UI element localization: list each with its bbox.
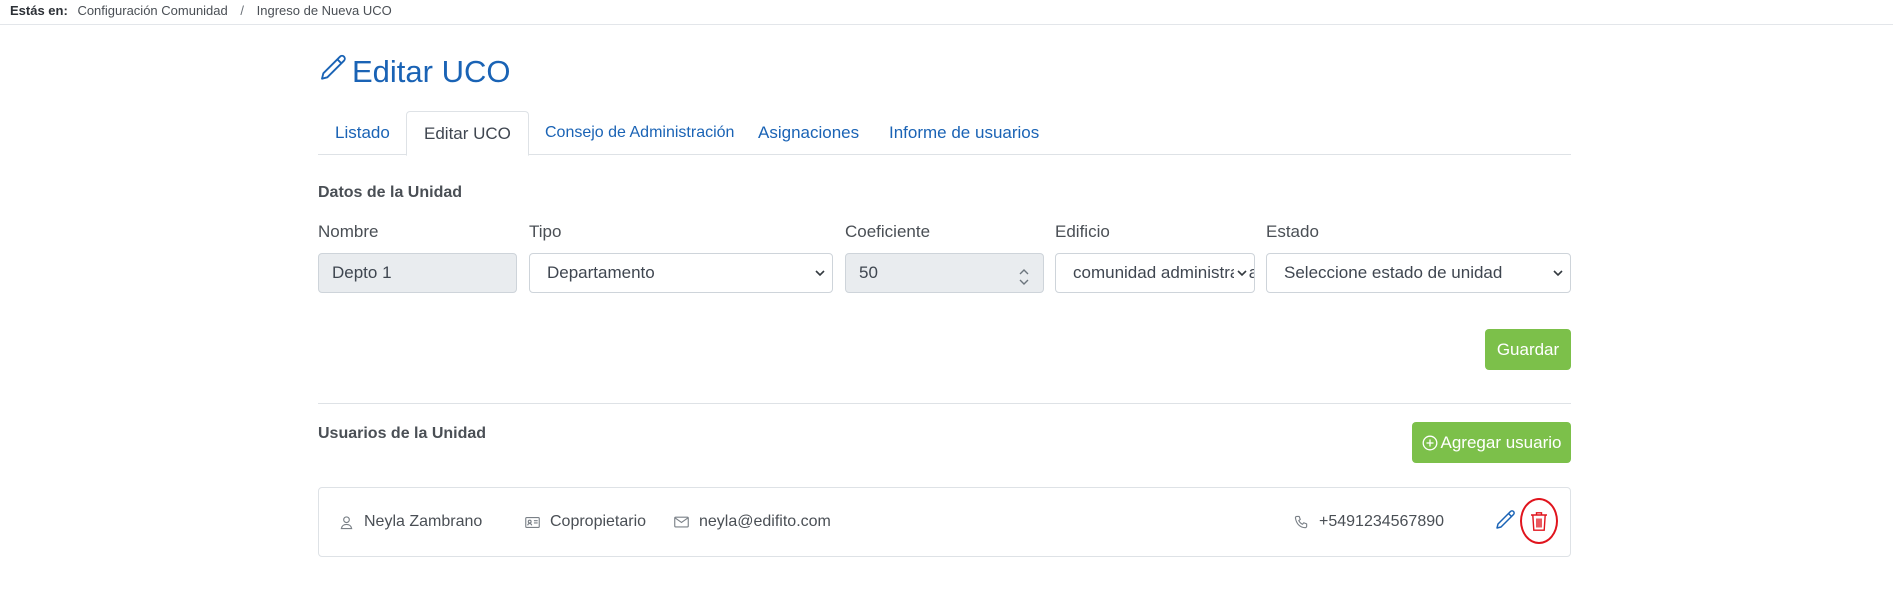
user-phone: +5491234567890 [1319,513,1445,530]
trash-icon [1530,511,1548,532]
users-section-title: Usuarios de la Unidad [318,425,487,442]
breadcrumb-item-current: Ingreso de Nueva UCO [256,3,392,18]
edificio-label: Edificio [1055,222,1110,241]
user-email: neyla@edifito.com [699,513,831,530]
breadcrumb-separator: / [240,3,244,18]
unit-section-title: Datos de la Unidad [318,184,463,201]
chevron-down-icon [1552,254,1564,292]
user-email-cell: neyla@edifito.com [674,488,831,556]
edificio-value: comunidad administrada [1073,263,1255,282]
spinner-arrows-icon[interactable] [1019,263,1029,292]
tab-consejo-administracion[interactable]: Consejo de Administración [545,111,734,155]
estado-label: Estado [1266,222,1319,241]
breadcrumb-label: Estás en: [10,3,68,18]
page-title-text: Editar UCO [352,54,511,89]
save-button[interactable]: Guardar [1485,329,1571,370]
user-row: Neyla Zambrano Copropietario neyla@edifi… [318,487,1571,557]
chevron-down-icon [814,254,826,292]
coeficiente-label: Coeficiente [845,222,931,241]
add-user-button[interactable]: Agregar usuario [1412,422,1571,463]
pencil-icon [318,52,352,92]
estado-select[interactable]: Seleccione estado de unidad [1266,253,1571,293]
edificio-select[interactable]: comunidad administrada [1055,253,1255,293]
breadcrumb-item-config[interactable]: Configuración Comunidad [77,3,227,18]
user-role-cell: Copropietario [525,488,646,556]
id-card-icon [525,516,550,529]
coeficiente-input[interactable]: 50 [845,253,1044,293]
nombre-label: Nombre [318,222,379,241]
nombre-input[interactable]: Depto 1 [318,253,517,293]
user-name: Neyla Zambrano [364,513,483,530]
envelope-icon [674,516,699,528]
user-icon [339,515,364,530]
estado-value: Seleccione estado de unidad [1284,263,1503,282]
plus-circle-icon [1422,435,1438,451]
delete-user-button[interactable] [1520,498,1558,544]
tipo-label: Tipo [529,222,562,241]
breadcrumb: Estás en: Configuración Comunidad / Ingr… [0,0,1893,25]
edit-user-button[interactable] [1494,508,1518,532]
page-title: Editar UCO [318,50,510,94]
nombre-value: Depto 1 [332,263,392,282]
tab-bar: Listado Editar UCO Consejo de Administra… [318,111,1571,156]
user-phone-cell: +5491234567890 [1294,488,1444,556]
coeficiente-value: 50 [859,263,878,282]
tab-informe-usuarios[interactable]: Informe de usuarios [889,111,1039,155]
tab-listado[interactable]: Listado [335,111,390,155]
chevron-down-icon [1234,254,1248,292]
tipo-select[interactable]: Departamento [529,253,833,293]
section-divider [318,403,1571,404]
tab-editar-uco[interactable]: Editar UCO [406,111,529,156]
user-role: Copropietario [550,513,647,530]
add-user-label: Agregar usuario [1440,432,1562,452]
tipo-value: Departamento [547,263,655,282]
pencil-icon [1494,508,1518,532]
user-name-cell: Neyla Zambrano [339,488,482,556]
phone-icon [1294,515,1319,530]
tab-asignaciones[interactable]: Asignaciones [758,111,859,155]
